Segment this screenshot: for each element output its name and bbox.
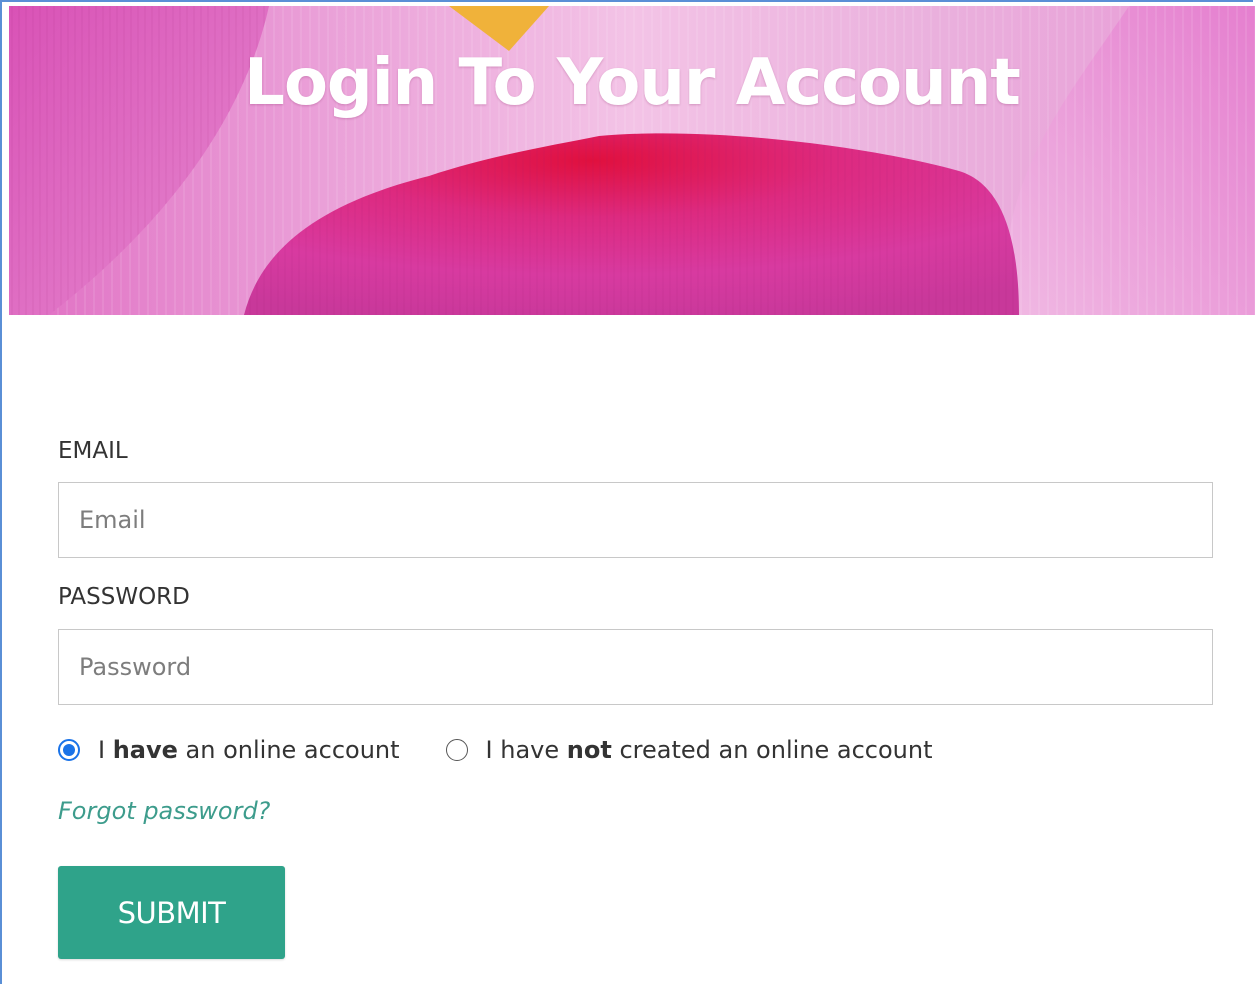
- radio-no-account-label: I have not created an online account: [485, 736, 933, 764]
- radio-have-account-label: I have an online account: [98, 736, 400, 764]
- password-label: PASSWORD: [58, 584, 190, 610]
- radio-button-have-account[interactable]: [58, 739, 80, 761]
- radio-have-account[interactable]: I have an online account: [58, 736, 400, 764]
- page-title: Login To Your Account: [244, 46, 1021, 120]
- radio-button-no-account[interactable]: [445, 739, 468, 761]
- email-label: EMAIL: [58, 438, 128, 464]
- password-input[interactable]: [58, 629, 1213, 705]
- header-banner: Login To Your Account: [9, 6, 1255, 315]
- forgot-password-link[interactable]: Forgot password?: [58, 797, 270, 825]
- account-type-radio-group: I have an online account I have not crea…: [58, 730, 933, 770]
- radio-no-account[interactable]: I have not created an online account: [445, 736, 933, 764]
- login-page: Login To Your Account EMAIL PASSWORD I h…: [0, 0, 1255, 984]
- email-input[interactable]: [58, 482, 1213, 558]
- submit-button[interactable]: SUBMIT: [58, 866, 285, 959]
